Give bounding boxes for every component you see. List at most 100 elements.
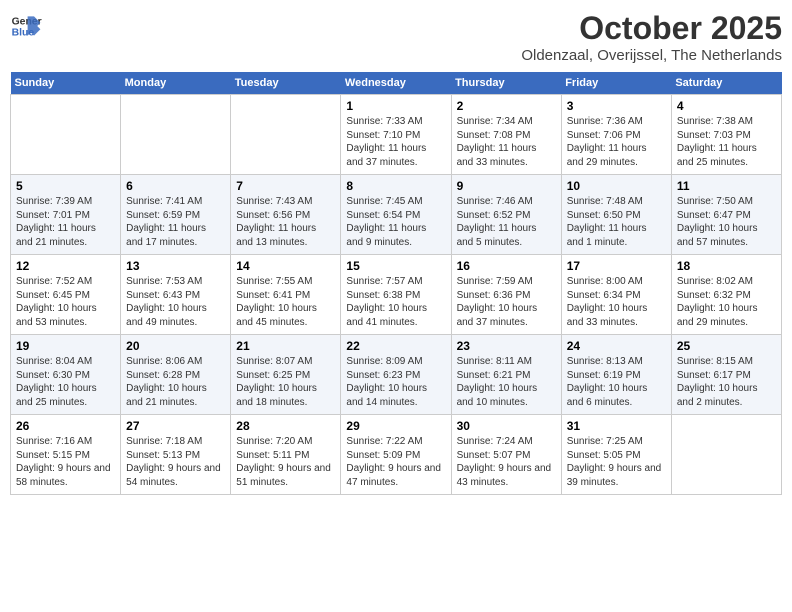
day-number: 10 — [567, 179, 666, 193]
calendar-cell: 9 Sunrise: 7:46 AMSunset: 6:52 PMDaylight… — [451, 175, 561, 255]
calendar-cell: 26 Sunrise: 7:16 AMSunset: 5:15 PMDayligh… — [11, 415, 121, 495]
day-info: Sunrise: 7:45 AMSunset: 6:54 PMDaylight:… — [346, 195, 445, 249]
calendar-cell: 21 Sunrise: 8:07 AMSunset: 6:25 PMDayligh… — [231, 335, 341, 415]
day-info: Sunrise: 7:33 AMSunset: 7:10 PMDaylight:… — [346, 115, 445, 169]
day-number: 12 — [16, 259, 115, 273]
day-info: Sunrise: 7:50 AMSunset: 6:47 PMDaylight:… — [677, 195, 776, 249]
day-info: Sunrise: 7:55 AMSunset: 6:41 PMDaylight:… — [236, 275, 335, 329]
calendar-cell: 28 Sunrise: 7:20 AMSunset: 5:11 PMDayligh… — [231, 415, 341, 495]
calendar-cell: 29 Sunrise: 7:22 AMSunset: 5:09 PMDayligh… — [341, 415, 451, 495]
weekday-header: Friday — [561, 72, 671, 95]
calendar-week-row: 5 Sunrise: 7:39 AMSunset: 7:01 PMDaylight… — [11, 175, 782, 255]
day-info: Sunrise: 7:38 AMSunset: 7:03 PMDaylight:… — [677, 115, 776, 169]
day-info: Sunrise: 7:34 AMSunset: 7:08 PMDaylight:… — [457, 115, 556, 169]
day-number: 5 — [16, 179, 115, 193]
calendar-cell — [11, 95, 121, 175]
day-number: 24 — [567, 339, 666, 353]
calendar-cell: 12Sunrise: 7:52 AMSunset: 6:45 PMDayligh… — [11, 255, 121, 335]
calendar-cell: 17Sunrise: 8:00 AMSunset: 6:34 PMDayligh… — [561, 255, 671, 335]
calendar-week-row: 12Sunrise: 7:52 AMSunset: 6:45 PMDayligh… — [11, 255, 782, 335]
calendar-cell: 18 Sunrise: 8:02 AMSunset: 6:32 PMDayligh… — [671, 255, 781, 335]
day-number: 2 — [457, 99, 556, 113]
month-title: October 2025 — [521, 10, 782, 47]
calendar-cell: 15Sunrise: 7:57 AMSunset: 6:38 PMDayligh… — [341, 255, 451, 335]
calendar-cell: 24 Sunrise: 8:13 AMSunset: 6:19 PMDayligh… — [561, 335, 671, 415]
day-info: Sunrise: 7:22 AMSunset: 5:09 PMDaylight:… — [346, 435, 445, 489]
day-number: 18 — [677, 259, 776, 273]
day-number: 23 — [457, 339, 556, 353]
day-info: Sunrise: 8:02 AMSunset: 6:32 PMDaylight:… — [677, 275, 776, 329]
day-number: 1 — [346, 99, 445, 113]
calendar-cell: 25 Sunrise: 8:15 AMSunset: 6:17 PMDayligh… — [671, 335, 781, 415]
day-number: 7 — [236, 179, 335, 193]
day-info: Sunrise: 8:07 AMSunset: 6:25 PMDaylight:… — [236, 355, 335, 409]
day-info: Sunrise: 7:25 AMSunset: 5:05 PMDaylight:… — [567, 435, 666, 489]
weekday-header: Thursday — [451, 72, 561, 95]
day-number: 22 — [346, 339, 445, 353]
calendar-cell — [671, 415, 781, 495]
day-info: Sunrise: 7:43 AMSunset: 6:56 PMDaylight:… — [236, 195, 335, 249]
calendar-cell: 23 Sunrise: 8:11 AMSunset: 6:21 PMDayligh… — [451, 335, 561, 415]
calendar-week-row: 19Sunrise: 8:04 AMSunset: 6:30 PMDayligh… — [11, 335, 782, 415]
day-number: 19 — [16, 339, 115, 353]
calendar-cell: 13 Sunrise: 7:53 AMSunset: 6:43 PMDayligh… — [121, 255, 231, 335]
day-number: 3 — [567, 99, 666, 113]
calendar-cell: 16 Sunrise: 7:59 AMSunset: 6:36 PMDayligh… — [451, 255, 561, 335]
calendar-cell: 6Sunrise: 7:41 AMSunset: 6:59 PMDaylight… — [121, 175, 231, 255]
calendar-cell: 7 Sunrise: 7:43 AMSunset: 6:56 PMDaylight… — [231, 175, 341, 255]
day-info: Sunrise: 8:09 AMSunset: 6:23 PMDaylight:… — [346, 355, 445, 409]
logo: General Blue General Blue — [10, 10, 42, 42]
day-number: 16 — [457, 259, 556, 273]
day-info: Sunrise: 7:16 AMSunset: 5:15 PMDaylight:… — [16, 435, 115, 489]
day-number: 27 — [126, 419, 225, 433]
weekday-header-row: SundayMondayTuesdayWednesdayThursdayFrid… — [11, 72, 782, 95]
day-number: 11 — [677, 179, 776, 193]
day-number: 8 — [346, 179, 445, 193]
day-number: 26 — [16, 419, 115, 433]
day-info: Sunrise: 8:11 AMSunset: 6:21 PMDaylight:… — [457, 355, 556, 409]
day-number: 25 — [677, 339, 776, 353]
title-block: October 2025 Oldenzaal, Overijssel, The … — [521, 10, 782, 64]
day-info: Sunrise: 7:53 AMSunset: 6:43 PMDaylight:… — [126, 275, 225, 329]
calendar-cell: 31 Sunrise: 7:25 AMSunset: 5:05 PMDayligh… — [561, 415, 671, 495]
day-number: 30 — [457, 419, 556, 433]
day-number: 4 — [677, 99, 776, 113]
calendar-cell: 30Sunrise: 7:24 AMSunset: 5:07 PMDayligh… — [451, 415, 561, 495]
weekday-header: Monday — [121, 72, 231, 95]
day-info: Sunrise: 8:13 AMSunset: 6:19 PMDaylight:… — [567, 355, 666, 409]
day-number: 14 — [236, 259, 335, 273]
day-info: Sunrise: 8:15 AMSunset: 6:17 PMDaylight:… — [677, 355, 776, 409]
day-number: 28 — [236, 419, 335, 433]
calendar-week-row: 1 Sunrise: 7:33 AMSunset: 7:10 PMDaylight… — [11, 95, 782, 175]
weekday-header: Sunday — [11, 72, 121, 95]
day-number: 13 — [126, 259, 225, 273]
day-number: 31 — [567, 419, 666, 433]
logo-icon: General Blue — [10, 10, 42, 42]
day-info: Sunrise: 7:59 AMSunset: 6:36 PMDaylight:… — [457, 275, 556, 329]
calendar-cell — [231, 95, 341, 175]
calendar-cell: 22 Sunrise: 8:09 AMSunset: 6:23 PMDayligh… — [341, 335, 451, 415]
weekday-header: Tuesday — [231, 72, 341, 95]
calendar-cell: 20Sunrise: 8:06 AMSunset: 6:28 PMDayligh… — [121, 335, 231, 415]
calendar-table: SundayMondayTuesdayWednesdayThursdayFrid… — [10, 72, 782, 495]
day-number: 9 — [457, 179, 556, 193]
page-header: General Blue General Blue October 2025 O… — [10, 10, 782, 64]
calendar-cell — [121, 95, 231, 175]
calendar-cell: 11 Sunrise: 7:50 AMSunset: 6:47 PMDayligh… — [671, 175, 781, 255]
calendar-cell: 19Sunrise: 8:04 AMSunset: 6:30 PMDayligh… — [11, 335, 121, 415]
day-info: Sunrise: 7:48 AMSunset: 6:50 PMDaylight:… — [567, 195, 666, 249]
day-info: Sunrise: 7:57 AMSunset: 6:38 PMDaylight:… — [346, 275, 445, 329]
day-info: Sunrise: 8:06 AMSunset: 6:28 PMDaylight:… — [126, 355, 225, 409]
day-info: Sunrise: 7:39 AMSunset: 7:01 PMDaylight:… — [16, 195, 115, 249]
calendar-cell: 8 Sunrise: 7:45 AMSunset: 6:54 PMDaylight… — [341, 175, 451, 255]
calendar-cell: 1 Sunrise: 7:33 AMSunset: 7:10 PMDaylight… — [341, 95, 451, 175]
day-info: Sunrise: 7:36 AMSunset: 7:06 PMDaylight:… — [567, 115, 666, 169]
day-info: Sunrise: 7:20 AMSunset: 5:11 PMDaylight:… — [236, 435, 335, 489]
day-info: Sunrise: 7:46 AMSunset: 6:52 PMDaylight:… — [457, 195, 556, 249]
day-number: 21 — [236, 339, 335, 353]
weekday-header: Saturday — [671, 72, 781, 95]
day-info: Sunrise: 7:41 AMSunset: 6:59 PMDaylight:… — [126, 195, 225, 249]
calendar-cell: 27Sunrise: 7:18 AMSunset: 5:13 PMDayligh… — [121, 415, 231, 495]
day-number: 29 — [346, 419, 445, 433]
weekday-header: Wednesday — [341, 72, 451, 95]
